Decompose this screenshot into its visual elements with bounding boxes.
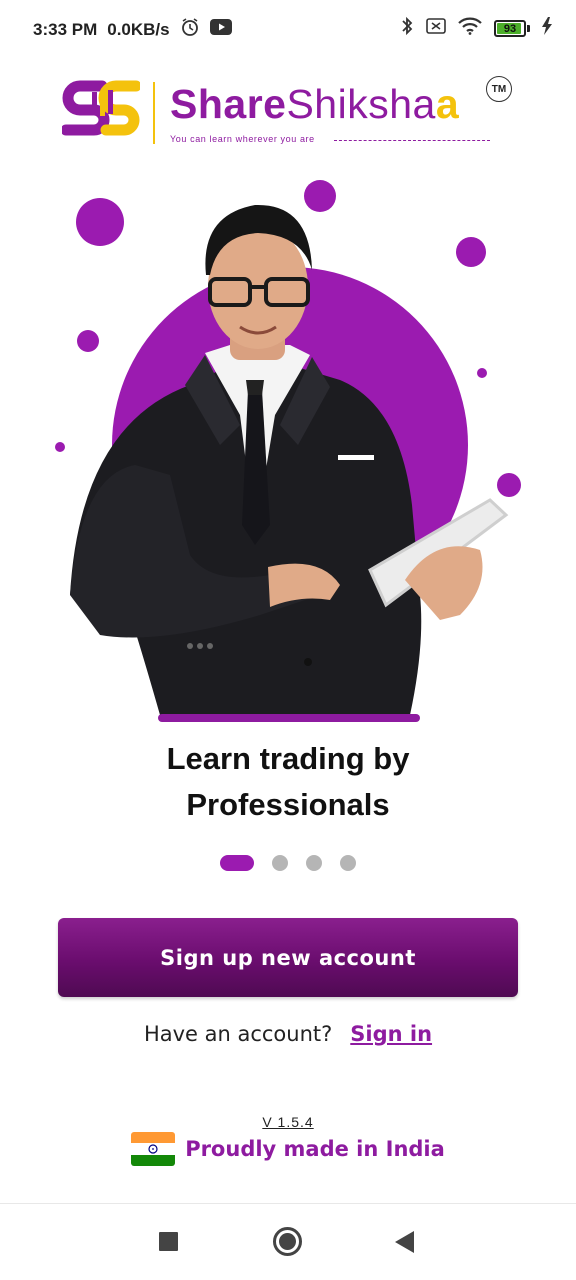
alarm-icon [180, 17, 200, 42]
sim-off-icon [426, 17, 446, 40]
decor-circle [77, 330, 99, 352]
page-dot-1[interactable] [220, 855, 254, 871]
app-version: V 1.5.4 [262, 1114, 314, 1130]
brand-tagline: You can learn wherever you are [170, 134, 315, 144]
decor-circle [304, 180, 336, 212]
network-speed: 0.0KB/s [107, 19, 170, 39]
signup-button[interactable]: Sign up new account [58, 918, 518, 997]
made-in-india-text: Proudly made in India [185, 1137, 445, 1161]
decor-circle [477, 368, 487, 378]
onboarding-title-line1: Learn trading by [166, 741, 410, 776]
bluetooth-icon [400, 16, 414, 41]
hero-underline [158, 714, 420, 722]
back-button[interactable] [395, 1231, 414, 1253]
status-right: 93 [400, 16, 552, 41]
status-time: 3:33 PM [33, 19, 98, 39]
decor-circle [55, 442, 65, 452]
onboarding-title: Learn trading by Professionals [0, 736, 576, 828]
page-dot-4[interactable] [340, 855, 356, 871]
page-dot-2[interactable] [272, 855, 288, 871]
made-in-india-row: Proudly made in India [0, 1132, 576, 1166]
page-dot-3[interactable] [306, 855, 322, 871]
charging-icon [542, 17, 552, 40]
decor-circle [76, 198, 124, 246]
app-logo: ShareShikshaa TM You can learn wherever … [62, 74, 512, 148]
brand-shiksha: Shiksha [286, 81, 436, 127]
page-indicator [0, 855, 576, 871]
signin-row: Have an account? Sign in [0, 1022, 576, 1046]
logo-mark-icon [62, 80, 140, 136]
hero-illustration [55, 180, 521, 715]
status-bar: 3:33 PM 0.0KB/s 93 [0, 0, 576, 56]
onboarding-title-line2: Professionals [186, 787, 390, 822]
youtube-icon [209, 19, 232, 40]
brand-a: a [435, 81, 460, 127]
india-flag-icon [131, 1132, 176, 1166]
decor-circle [456, 237, 486, 267]
logo-divider [153, 82, 155, 144]
brand-share: Share [170, 81, 287, 127]
have-account-text: Have an account? [143, 1022, 333, 1046]
trademark-badge: TM [486, 76, 512, 102]
decor-circle [497, 473, 521, 497]
wifi-icon [458, 17, 482, 40]
signin-link[interactable]: Sign in [350, 1022, 432, 1046]
home-button[interactable] [273, 1227, 302, 1256]
battery-icon: 93 [494, 20, 530, 37]
battery-level: 93 [503, 22, 517, 35]
recents-button[interactable] [159, 1232, 178, 1251]
system-nav-bar [0, 1204, 576, 1280]
tagline-dash [334, 140, 490, 141]
brand-name: ShareShikshaa [170, 82, 459, 126]
status-left: 3:33 PM 0.0KB/s [33, 17, 232, 42]
